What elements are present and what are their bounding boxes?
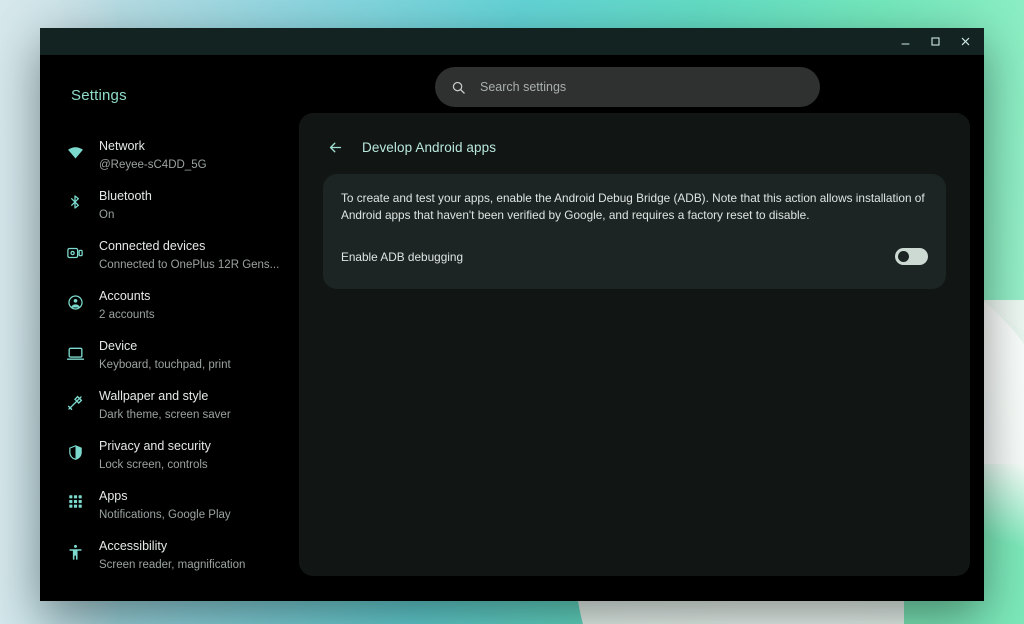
search-input[interactable] xyxy=(480,80,804,94)
sidebar-item-wallpaper-and-style[interactable]: Wallpaper and style Dark theme, screen s… xyxy=(40,380,285,430)
settings-detail-card: Develop Android apps To create and test … xyxy=(299,113,970,576)
close-button[interactable] xyxy=(950,28,980,55)
sidebar-item-sublabel: Keyboard, touchpad, print xyxy=(99,359,231,371)
sidebar-item-connected-devices[interactable]: Connected devices Connected to OnePlus 1… xyxy=(40,230,285,280)
sidebar-item-sublabel: Screen reader, magnification xyxy=(99,559,246,571)
sidebar-item-label: Accessibility xyxy=(99,539,168,553)
sidebar-item-label: Wallpaper and style xyxy=(99,389,209,403)
sidebar-item-label: Bluetooth xyxy=(99,189,152,203)
adb-description: To create and test your apps, enable the… xyxy=(341,191,925,222)
sidebar-item-network[interactable]: Network @Reyee-sC4DD_5G xyxy=(40,130,285,180)
adb-info-card: To create and test your apps, enable the… xyxy=(323,174,946,289)
sidebar-item-sublabel: Connected to OnePlus 12R Gens... xyxy=(99,259,280,271)
sidebar-item-label: Apps xyxy=(99,489,128,503)
connected-devices-icon xyxy=(64,244,86,262)
sidebar-item-accounts[interactable]: Accounts 2 accounts xyxy=(40,280,285,330)
detail-title: Develop Android apps xyxy=(362,140,497,155)
desktop-wallpaper: Settings Network @Reyee-sC4DD_5G Bluetoo… xyxy=(0,0,1024,624)
sidebar-item-label: Network xyxy=(99,139,145,153)
sidebar-item-sublabel: @Reyee-sC4DD_5G xyxy=(99,159,207,171)
bluetooth-icon xyxy=(64,194,86,210)
sidebar-item-sublabel: Lock screen, controls xyxy=(99,459,208,471)
sidebar-item-sublabel: Dark theme, screen saver xyxy=(99,409,231,421)
sidebar-item-device[interactable]: Device Keyboard, touchpad, print xyxy=(40,330,285,380)
detail-header: Develop Android apps xyxy=(323,133,946,174)
sidebar-item-label: Accounts xyxy=(99,289,151,303)
sidebar-item-apps[interactable]: Apps Notifications, Google Play xyxy=(40,480,285,530)
account-circle-icon xyxy=(64,294,86,311)
sidebar-item-accessibility[interactable]: Accessibility Screen reader, magnificati… xyxy=(40,530,285,580)
apps-grid-icon xyxy=(64,494,86,509)
window-titlebar xyxy=(40,28,984,55)
window-body: Settings Network @Reyee-sC4DD_5G Bluetoo… xyxy=(40,55,984,601)
arrow-left-icon[interactable] xyxy=(327,139,344,156)
minimize-button[interactable] xyxy=(890,28,920,55)
sidebar-item-label: Connected devices xyxy=(99,239,206,253)
shield-icon xyxy=(64,444,86,461)
sidebar-item-privacy-and-security[interactable]: Privacy and security Lock screen, contro… xyxy=(40,430,285,480)
sidebar-item-bluetooth[interactable]: Bluetooth On xyxy=(40,180,285,230)
accessibility-icon xyxy=(64,544,86,561)
sidebar-item-sublabel: 2 accounts xyxy=(99,309,155,321)
sidebar-item-sublabel: On xyxy=(99,209,115,221)
sidebar-item-label: Privacy and security xyxy=(99,439,211,453)
adb-toggle-label: Enable ADB debugging xyxy=(341,249,464,264)
main-content: Develop Android apps To create and test … xyxy=(285,55,984,601)
sidebar-item-sublabel: Notifications, Google Play xyxy=(99,509,231,521)
settings-window: Settings Network @Reyee-sC4DD_5G Bluetoo… xyxy=(40,28,984,601)
toggle-knob xyxy=(898,251,909,262)
sidebar-item-label: Device xyxy=(99,339,138,353)
sidebar: Settings Network @Reyee-sC4DD_5G Bluetoo… xyxy=(40,55,285,601)
page-title: Settings xyxy=(71,87,127,104)
adb-toggle-row[interactable]: Enable ADB debugging xyxy=(339,230,930,279)
adb-toggle-switch[interactable] xyxy=(895,248,928,265)
wifi-icon xyxy=(64,144,86,161)
maximize-button[interactable] xyxy=(920,28,950,55)
search-icon xyxy=(451,80,466,95)
laptop-icon xyxy=(64,344,86,363)
search-bar[interactable] xyxy=(435,67,820,107)
brush-icon xyxy=(64,394,86,412)
